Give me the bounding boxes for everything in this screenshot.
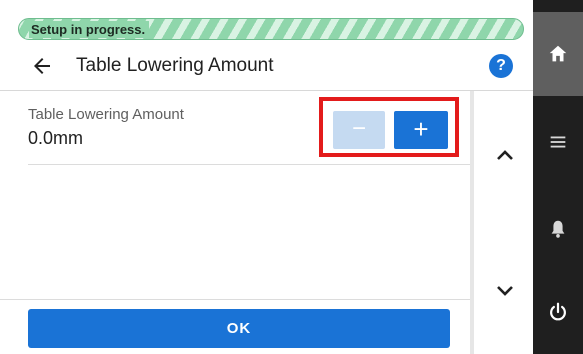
chevron-down-icon[interactable]	[496, 285, 514, 297]
decrement-button[interactable]: −	[333, 111, 385, 149]
page-title: Table Lowering Amount	[76, 55, 274, 76]
right-sidebar	[533, 0, 583, 354]
setting-value: 0.0mm	[28, 128, 84, 148]
home-icon[interactable]	[547, 43, 569, 65]
footer-divider	[0, 299, 470, 300]
chevron-up-icon[interactable]	[496, 149, 514, 161]
main-panel: Setup in progress. Table Lowering Amount…	[0, 0, 533, 354]
scroll-column	[470, 91, 533, 354]
status-text: Setup in progress.	[29, 21, 150, 38]
ok-button[interactable]: OK	[28, 309, 450, 348]
bell-icon[interactable]	[547, 218, 569, 240]
increment-button[interactable]: +	[394, 111, 448, 149]
settings-content: Table Lowering Amount 0.0mm − +	[0, 91, 470, 299]
power-icon[interactable]	[547, 301, 569, 323]
help-icon[interactable]: ?	[489, 54, 513, 78]
header: Table Lowering Amount ?	[0, 46, 533, 90]
menu-icon[interactable]	[547, 131, 569, 153]
row-divider	[28, 164, 470, 165]
setting-label: Table Lowering Amount	[28, 106, 184, 123]
arrow-back-icon[interactable]	[30, 54, 54, 78]
setup-progress-bar: Setup in progress.	[18, 18, 524, 40]
